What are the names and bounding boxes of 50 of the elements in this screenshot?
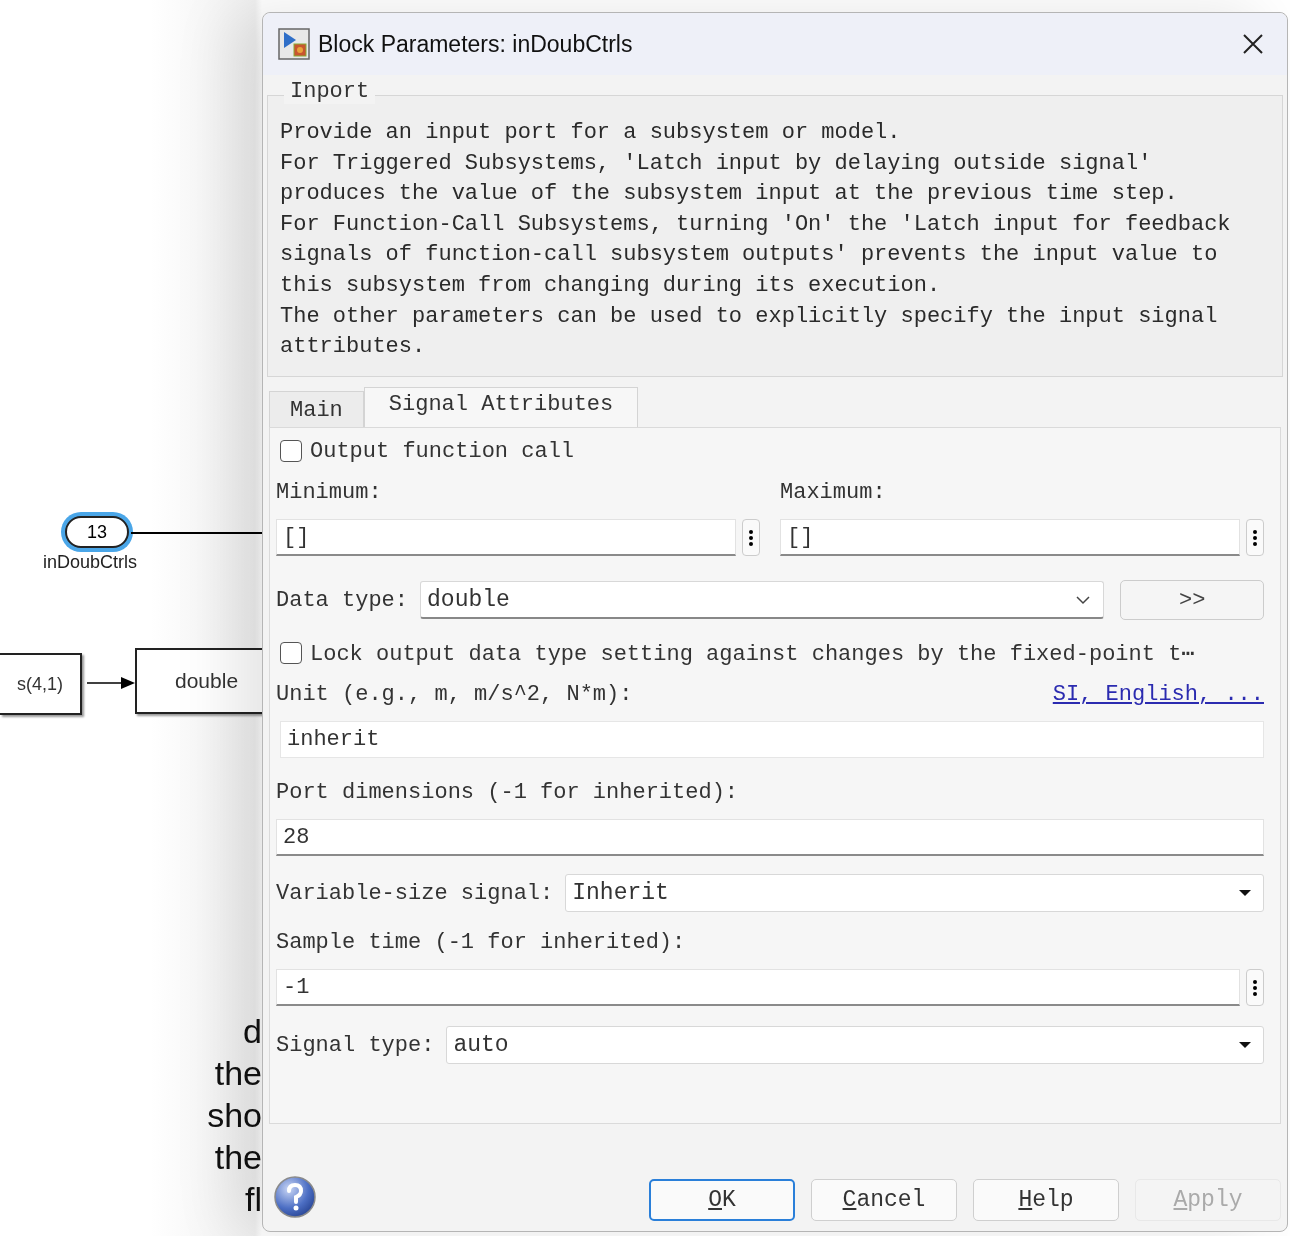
field-label: Signal type: [276,1032,435,1058]
signal-arrow [87,675,137,691]
more-button[interactable] [1246,519,1264,556]
field-label: Unit (e.g., m, m/s^2, N*m): [276,682,633,707]
more-button[interactable] [742,519,760,556]
dots-icon [1253,978,1257,997]
annotation-text: fl [245,1179,262,1220]
input-field[interactable]: [] [780,519,1240,556]
window-title: Block Parameters: inDoubCtrls [318,30,634,58]
tab[interactable]: Main [269,391,364,427]
dialog-button[interactable]: Help [973,1179,1119,1221]
annotation-text: d [243,1011,262,1052]
field-label: Maximum: [780,480,887,505]
model-block[interactable]: s(4,1) [0,653,82,715]
assistant-button[interactable]: >> [1120,580,1264,620]
description-text: Provide an input port for a subsystem or model. For Triggered Subsystems, 'Latch input by delaying outside signal' produces the value of the subsystem input at the previous time step. For Function-Call Subsystems, turning 'On' the 'Latch input for feedback signals of function-call subsystem outputs' prevents the input value to this subsystem from changing during its execution. The other parameters can be used to explicitly specify the input signal attributes. [280,119,1232,362]
field-label: Data type: [276,587,409,613]
field-label: Minimum: [276,480,383,505]
dialog-button[interactable]: OK [649,1179,795,1221]
checkbox[interactable] [280,440,302,462]
caret-icon [1239,889,1251,897]
dialog-button[interactable]: Cancel [811,1179,957,1221]
block-icon [278,28,310,60]
tab[interactable]: Signal Attributes [363,387,639,427]
field-label: Sample time (-1 for inherited): [276,930,687,955]
close-icon[interactable] [1241,32,1265,56]
caret-icon [1239,1041,1251,1049]
input-field[interactable]: [] [276,519,736,556]
help-icon[interactable] [273,1175,317,1219]
annotation-text: the [214,1053,262,1094]
dots-icon [749,528,753,547]
units-link[interactable]: SI, English, ... [1052,682,1264,707]
more-button[interactable] [1246,969,1264,1006]
input-field[interactable]: -1 [276,969,1240,1006]
annotation-text: the [214,1137,262,1178]
checkbox[interactable] [280,642,302,664]
field-label: Port dimensions (-1 for inherited): [276,780,740,805]
dropdown[interactable]: auto [446,1026,1264,1064]
chevron-icon [1075,594,1092,605]
input-field[interactable]: inherit [280,721,1264,758]
port-label: inDoubCtrls [43,552,138,573]
annotation-text: sho [207,1095,262,1136]
input-field[interactable]: 28 [276,819,1264,856]
checkbox-label: Output function call [310,438,575,464]
field-label: Variable-size signal: [276,880,554,906]
group-title: Inport [284,79,376,104]
dropdown[interactable]: double [420,581,1105,619]
dots-icon [1253,528,1257,547]
dropdown[interactable]: Inherit [565,874,1264,912]
checkbox-label: Lock output data type setting against changes by the fixed-point t⋯ [310,640,1195,667]
